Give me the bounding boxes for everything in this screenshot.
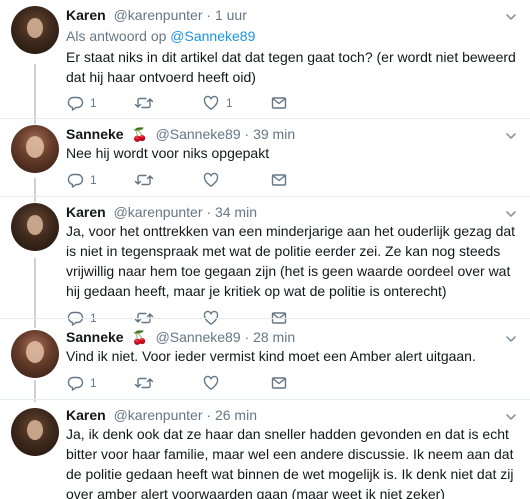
tweet-text: Nee hij wordt voor niks opgepakt	[66, 145, 270, 161]
separator-dot: ·	[206, 407, 215, 423]
tweet-header: Sanneke 🍒 @Sanneke89 · 28 min	[66, 329, 295, 347]
envelope-icon	[271, 377, 287, 389]
retweet-icon	[134, 97, 154, 109]
reply-count: 1	[90, 173, 97, 187]
author-handle[interactable]: @karenpunter	[114, 204, 203, 220]
tweet-header: Sanneke 🍒 @Sanneke89 · 39 min	[66, 126, 295, 144]
author-handle[interactable]: @Sanneke89	[156, 126, 241, 142]
like-button[interactable]: 1	[202, 94, 233, 112]
tweet[interactable]: Karen @karenpunter · 26 min Ja, ik denk …	[0, 400, 530, 499]
tweet[interactable]: Karen @karenpunter · 1 uur Als antwoord …	[0, 0, 530, 116]
like-button[interactable]	[202, 374, 220, 392]
envelope-icon	[271, 97, 287, 109]
timestamp[interactable]: 1 uur	[215, 7, 247, 23]
separator-dot: ·	[244, 329, 254, 345]
tweet-actions: 1 1	[66, 94, 296, 112]
timestamp[interactable]: 28 min	[253, 329, 295, 345]
timestamp[interactable]: 34 min	[215, 204, 257, 220]
reply-context: Als antwoord op @Sanneke89	[66, 28, 255, 44]
tweet-actions: 1	[66, 374, 296, 392]
tweet-header: Karen @karenpunter · 1 uur	[66, 7, 247, 25]
author-name[interactable]: Sanneke	[66, 126, 124, 142]
author-handle[interactable]: @Sanneke89	[156, 329, 241, 345]
like-button[interactable]	[202, 171, 220, 189]
tweet-header: Karen @karenpunter · 34 min	[66, 204, 257, 222]
chevron-down-icon[interactable]	[504, 207, 518, 221]
envelope-icon	[271, 174, 287, 186]
heart-icon	[203, 375, 219, 390]
reply-count: 1	[90, 376, 97, 390]
reply-button[interactable]: 1	[66, 374, 97, 392]
message-button[interactable]	[270, 94, 288, 112]
reply-icon	[67, 376, 84, 391]
separator-dot: ·	[206, 204, 215, 220]
tweet-actions: 1	[66, 171, 296, 189]
author-name[interactable]: Karen	[66, 204, 106, 220]
tweet-text: Ja, ik denk ook dat ze haar dan sneller …	[66, 426, 514, 499]
message-button[interactable]	[270, 374, 288, 392]
heart-icon	[203, 95, 219, 110]
separator-dot: ·	[244, 126, 254, 142]
cherry-emoji: 🍒	[131, 127, 148, 142]
like-count: 1	[226, 96, 233, 110]
reply-icon	[67, 173, 84, 188]
author-handle[interactable]: @karenpunter	[114, 7, 203, 23]
conversation-thread: Karen @karenpunter · 1 uur Als antwoord …	[0, 0, 530, 499]
tweet-text: Er staat niks in dit artikel dat dat teg…	[66, 49, 516, 85]
cherry-emoji: 🍒	[131, 330, 148, 345]
retweet-button[interactable]	[134, 374, 154, 392]
avatar[interactable]	[11, 408, 59, 456]
tweet[interactable]: Sanneke 🍒 @Sanneke89 · 39 min Nee hij wo…	[0, 119, 530, 195]
chevron-down-icon[interactable]	[504, 410, 518, 424]
author-name[interactable]: Karen	[66, 7, 106, 23]
tweet[interactable]: Sanneke 🍒 @Sanneke89 · 28 min Vind ik ni…	[0, 319, 530, 397]
tweet-header: Karen @karenpunter · 26 min	[66, 407, 257, 425]
reply-button[interactable]: 1	[66, 94, 97, 112]
chevron-down-icon[interactable]	[504, 332, 518, 346]
separator-dot: ·	[206, 7, 215, 23]
author-name[interactable]: Karen	[66, 407, 106, 423]
retweet-button[interactable]	[134, 171, 154, 189]
tweet-text: Vind ik niet. Voor ieder vermist kind mo…	[66, 348, 476, 364]
reply-to-link[interactable]: @Sanneke89	[170, 28, 255, 44]
avatar[interactable]	[11, 125, 59, 173]
avatar[interactable]	[11, 203, 59, 251]
retweet-icon	[134, 377, 154, 389]
timestamp[interactable]: 26 min	[215, 407, 257, 423]
avatar[interactable]	[11, 6, 59, 54]
retweet-button[interactable]	[134, 94, 154, 112]
message-button[interactable]	[270, 171, 288, 189]
heart-icon	[203, 172, 219, 187]
avatar[interactable]	[11, 330, 59, 378]
reply-count: 1	[90, 96, 97, 110]
timestamp[interactable]: 39 min	[253, 126, 295, 142]
reply-button[interactable]: 1	[66, 171, 97, 189]
author-name[interactable]: Sanneke	[66, 329, 124, 345]
reply-icon	[67, 96, 84, 111]
reply-prefix: Als antwoord op	[66, 28, 167, 44]
chevron-down-icon[interactable]	[504, 129, 518, 143]
tweet[interactable]: Karen @karenpunter · 34 min Ja, voor het…	[0, 197, 530, 326]
retweet-icon	[134, 174, 154, 186]
chevron-down-icon[interactable]	[504, 10, 518, 24]
author-handle[interactable]: @karenpunter	[114, 407, 203, 423]
tweet-text: Ja, voor het onttrekken van een minderja…	[66, 223, 516, 299]
